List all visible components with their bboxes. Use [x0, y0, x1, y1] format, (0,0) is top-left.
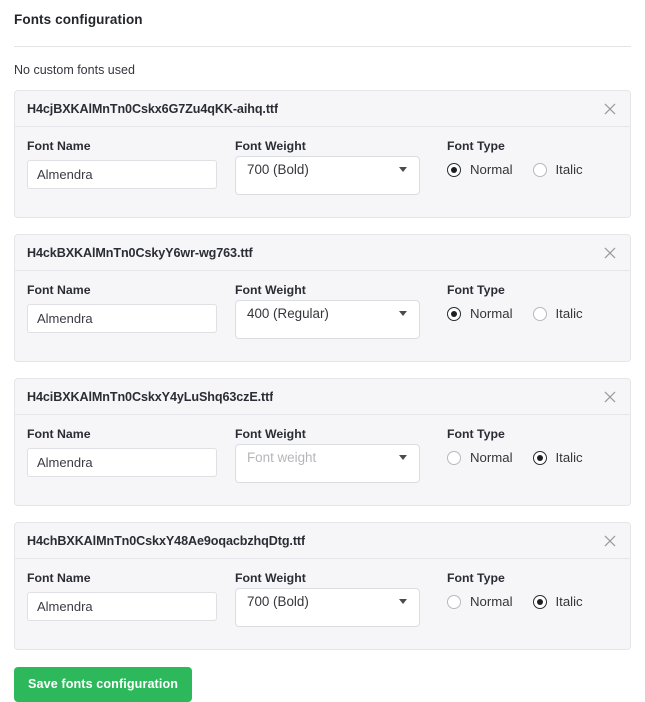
font-weight-selected-value: 700 (Bold)	[247, 162, 309, 177]
font-type-option-italic[interactable]: Italic	[532, 594, 583, 609]
save-fonts-configuration-button[interactable]: Save fonts configuration	[14, 667, 193, 702]
font-weight-label: Font Weight	[235, 283, 306, 297]
font-card: H4ciBXKAlMnTn0CskxY4yLuShq63czE.ttf Font…	[14, 378, 631, 506]
font-name-input[interactable]	[27, 304, 217, 333]
font-weight-field-group: Font Weight 700 (Bold)	[235, 139, 420, 195]
font-card-list: H4cjBXKAlMnTn0Cskx6G7Zu4qKK-aihq.ttf Fon…	[14, 90, 631, 650]
font-weight-selected-value: 700 (Bold)	[247, 594, 309, 609]
font-type-label: Font Type	[447, 139, 505, 153]
font-type-option-normal[interactable]: Normal	[447, 163, 513, 177]
font-name-field-group: Font Name	[27, 283, 217, 333]
font-name-input[interactable]	[27, 448, 217, 477]
save-row: Save fonts configuration	[14, 666, 631, 702]
font-card-header: H4ckBXKAlMnTn0CskyY6wr-wg763.ttf	[15, 235, 630, 271]
font-name-label: Font Name	[27, 139, 91, 153]
font-name-input[interactable]	[27, 592, 217, 621]
font-file-name: H4ckBXKAlMnTn0CskyY6wr-wg763.ttf	[27, 246, 253, 260]
page-title: Fonts configuration	[14, 12, 143, 27]
radio-normal-label: Normal	[470, 450, 513, 465]
font-type-option-italic[interactable]: Italic	[532, 450, 583, 465]
font-file-name: H4ciBXKAlMnTn0CskxY4yLuShq63czE.ttf	[27, 390, 274, 404]
fonts-configuration-panel: Fonts configuration No custom fonts used…	[0, 0, 645, 702]
font-type-option-italic[interactable]: Italic	[532, 162, 583, 177]
font-weight-select[interactable]: 700 (Bold)	[235, 156, 420, 195]
font-weight-selected-value: Font weight	[247, 450, 317, 465]
font-weight-label: Font Weight	[235, 427, 306, 441]
font-card-body: Font Name Font Weight Font weight Font T…	[15, 415, 630, 505]
radio-normal-indicator[interactable]	[447, 451, 461, 465]
font-card: H4ckBXKAlMnTn0CskyY6wr-wg763.ttf Font Na…	[14, 234, 631, 362]
font-card-header: H4ciBXKAlMnTn0CskxY4yLuShq63czE.ttf	[15, 379, 630, 415]
font-type-radio-group: Normal Italic	[447, 305, 618, 321]
chevron-down-icon	[399, 455, 407, 460]
font-name-input[interactable]	[27, 160, 217, 189]
no-custom-fonts-note: No custom fonts used	[14, 63, 135, 77]
font-weight-select[interactable]: 700 (Bold)	[235, 588, 420, 627]
radio-italic-label: Italic	[555, 594, 583, 609]
radio-italic-label: Italic	[555, 450, 583, 465]
font-weight-label: Font Weight	[235, 139, 306, 153]
radio-italic-label: Italic	[555, 306, 583, 321]
font-name-field-group: Font Name	[27, 139, 217, 189]
font-type-field-group: Font Type Normal Italic	[447, 283, 618, 321]
chevron-down-icon	[399, 311, 407, 316]
close-icon[interactable]	[602, 533, 618, 549]
font-name-label: Font Name	[27, 427, 91, 441]
font-type-radio-group: Normal Italic	[447, 161, 618, 177]
radio-italic-indicator[interactable]	[532, 451, 547, 465]
font-card: H4chBXKAlMnTn0CskxY48Ae9oqacbzhqDtg.ttf …	[14, 522, 631, 650]
font-weight-select[interactable]: 400 (Regular)	[235, 300, 420, 339]
font-card-header: H4chBXKAlMnTn0CskxY48Ae9oqacbzhqDtg.ttf	[15, 523, 630, 559]
font-type-field-group: Font Type Normal Italic	[447, 139, 618, 177]
font-type-option-normal[interactable]: Normal	[447, 451, 513, 465]
font-name-field-group: Font Name	[27, 571, 217, 621]
font-weight-field-group: Font Weight 700 (Bold)	[235, 571, 420, 627]
font-type-field-group: Font Type Normal Italic	[447, 427, 618, 465]
font-card-body: Font Name Font Weight 700 (Bold) Font Ty…	[15, 127, 630, 217]
font-card: H4cjBXKAlMnTn0Cskx6G7Zu4qKK-aihq.ttf Fon…	[14, 90, 631, 218]
radio-italic-label: Italic	[555, 162, 583, 177]
font-file-name: H4cjBXKAlMnTn0Cskx6G7Zu4qKK-aihq.ttf	[27, 102, 279, 116]
font-type-option-normal[interactable]: Normal	[447, 595, 513, 609]
radio-normal-label: Normal	[470, 162, 513, 177]
radio-normal-label: Normal	[470, 306, 513, 321]
font-weight-field-group: Font Weight Font weight	[235, 427, 420, 483]
font-weight-select[interactable]: Font weight	[235, 444, 420, 483]
radio-italic-indicator[interactable]	[532, 595, 547, 609]
font-card-header: H4cjBXKAlMnTn0Cskx6G7Zu4qKK-aihq.ttf	[15, 91, 630, 127]
radio-normal-label: Normal	[470, 594, 513, 609]
chevron-down-icon	[399, 599, 407, 604]
radio-italic-indicator[interactable]	[532, 163, 547, 177]
radio-italic-indicator[interactable]	[532, 307, 547, 321]
font-weight-field-group: Font Weight 400 (Regular)	[235, 283, 420, 339]
font-type-label: Font Type	[447, 427, 505, 441]
close-icon[interactable]	[602, 101, 618, 117]
font-type-option-normal[interactable]: Normal	[447, 307, 513, 321]
radio-normal-indicator[interactable]	[447, 307, 461, 321]
font-weight-label: Font Weight	[235, 571, 306, 585]
font-name-label: Font Name	[27, 283, 91, 297]
close-icon[interactable]	[602, 389, 618, 405]
font-file-name: H4chBXKAlMnTn0CskxY48Ae9oqacbzhqDtg.ttf	[27, 534, 306, 548]
font-type-label: Font Type	[447, 283, 505, 297]
font-card-body: Font Name Font Weight 700 (Bold) Font Ty…	[15, 559, 630, 649]
font-type-radio-group: Normal Italic	[447, 449, 618, 465]
radio-normal-indicator[interactable]	[447, 163, 461, 177]
font-weight-selected-value: 400 (Regular)	[247, 306, 329, 321]
font-name-label: Font Name	[27, 571, 91, 585]
font-type-label: Font Type	[447, 571, 505, 585]
font-name-field-group: Font Name	[27, 427, 217, 477]
font-type-field-group: Font Type Normal Italic	[447, 571, 618, 609]
font-type-radio-group: Normal Italic	[447, 593, 618, 609]
font-type-option-italic[interactable]: Italic	[532, 306, 583, 321]
close-icon[interactable]	[602, 245, 618, 261]
font-card-body: Font Name Font Weight 400 (Regular) Font…	[15, 271, 630, 361]
radio-normal-indicator[interactable]	[447, 595, 461, 609]
chevron-down-icon	[399, 167, 407, 172]
